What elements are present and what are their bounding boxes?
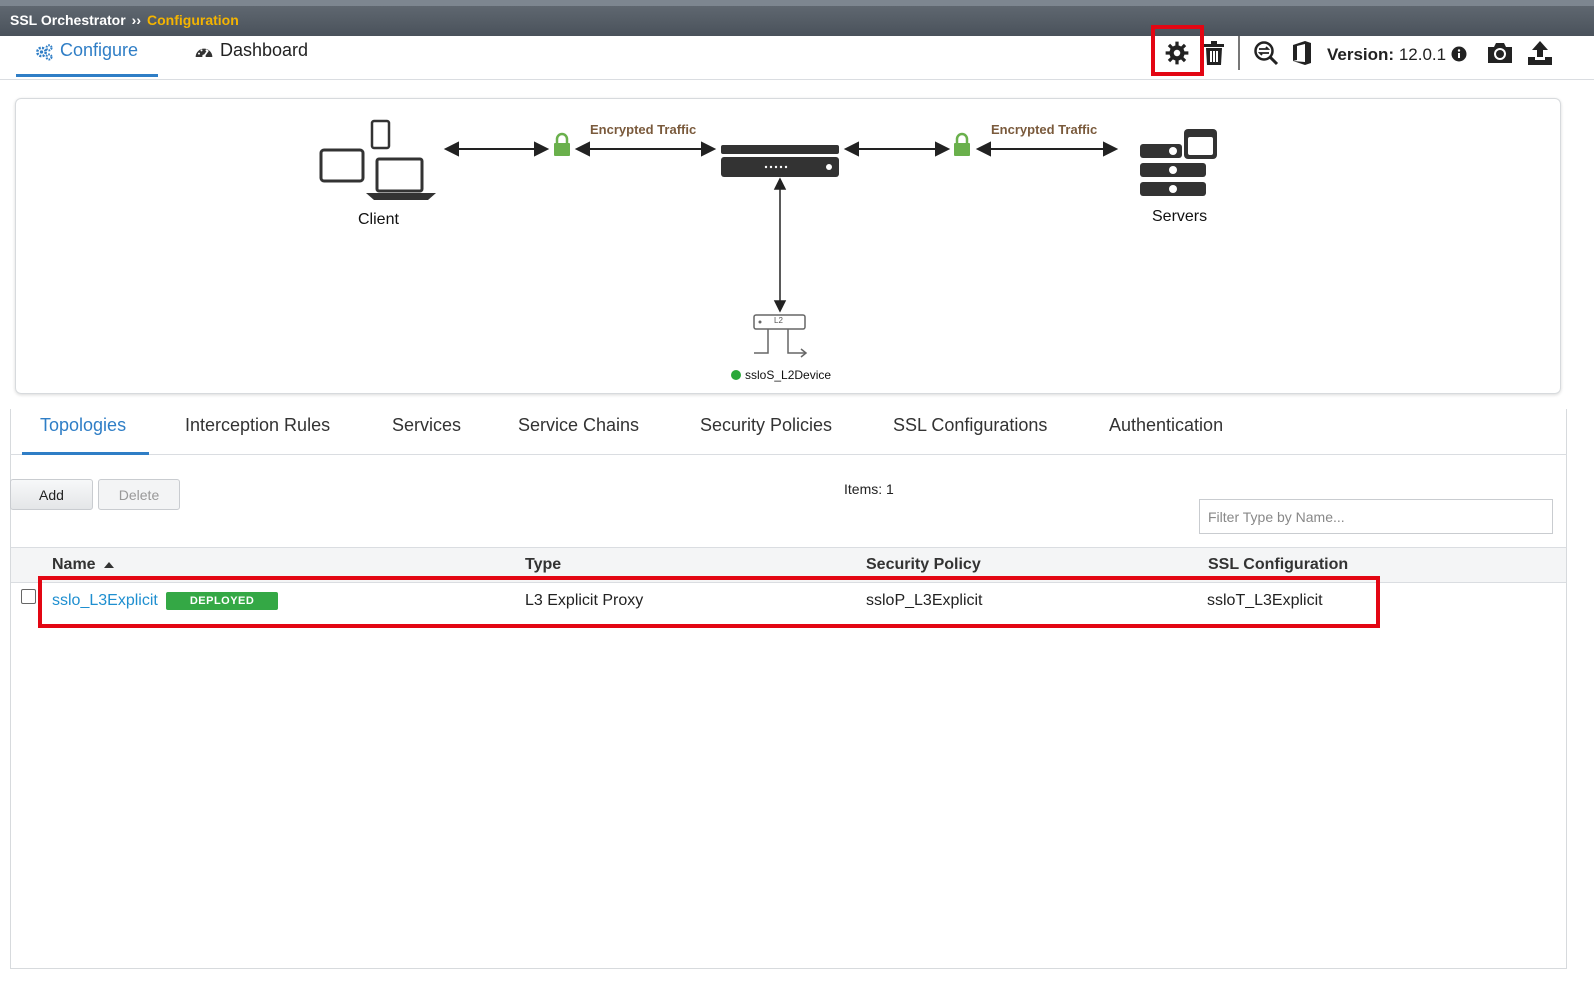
top-bar: SSL Orchestrator ›› Configuration [0, 0, 1594, 36]
version-label: Version: [1327, 45, 1395, 64]
highlight-row [38, 576, 1380, 628]
tab-authentication[interactable]: Authentication [1091, 415, 1241, 455]
camera-icon [1488, 43, 1512, 63]
client-label: Client [358, 211, 399, 228]
servers-icon [1140, 129, 1217, 196]
breadcrumb-root[interactable]: SSL Orchestrator [10, 12, 126, 28]
device-tag: L2 [774, 316, 783, 325]
office-button[interactable] [1287, 38, 1317, 68]
column-ssl-configuration[interactable]: SSL Configuration [1208, 556, 1348, 574]
client-devices-icon [319, 119, 436, 200]
topology-diagram: Client Servers Encrypted Traffic Encrypt… [15, 98, 1561, 394]
sort-asc-icon [103, 561, 114, 568]
tab-ssl-configurations[interactable]: SSL Configurations [875, 415, 1065, 455]
snapshot-button[interactable] [1485, 38, 1515, 68]
upload-icon [1528, 41, 1552, 65]
tab-configure-label: Configure [60, 40, 139, 60]
tab-configure[interactable]: Configure [16, 40, 158, 77]
office-icon [1293, 41, 1311, 65]
column-name-label: Name [52, 556, 96, 573]
settings-button[interactable] [1162, 38, 1192, 68]
lock-icon-left [554, 132, 570, 156]
gear-icon [1165, 41, 1189, 65]
delete-config-button[interactable] [1199, 38, 1229, 68]
version-value: 12.0.1 [1398, 45, 1447, 64]
trash-icon [1204, 41, 1224, 65]
lock-icon-right [954, 132, 970, 156]
row-checkbox[interactable] [21, 589, 36, 604]
delete-button[interactable]: Delete [98, 479, 180, 510]
version-info: Version: 12.0.1 [1327, 45, 1467, 65]
toolbar-divider [1238, 36, 1240, 70]
tab-service-chains[interactable]: Service Chains [500, 415, 657, 455]
column-security-policy[interactable]: Security Policy [866, 556, 981, 574]
tab-dashboard[interactable]: Dashboard [176, 40, 326, 77]
l2-service-name: ssloS_L2Device [745, 368, 832, 382]
breadcrumb-separator: ›› [131, 12, 141, 28]
appliance-icon [721, 145, 839, 177]
diagram-graphics [319, 119, 1217, 358]
sub-tabs: Topologies Interception Rules Services S… [10, 409, 1567, 455]
zoom-refresh-button[interactable] [1251, 38, 1281, 68]
tab-interception-rules[interactable]: Interception Rules [167, 415, 348, 455]
tab-services[interactable]: Services [374, 415, 479, 455]
breadcrumb-current: Configuration [147, 12, 239, 28]
tab-topologies[interactable]: Topologies [22, 415, 149, 455]
status-dot-icon [731, 370, 741, 380]
info-circle-icon[interactable] [1451, 46, 1467, 62]
breadcrumb: SSL Orchestrator ›› Configuration [10, 12, 239, 28]
zoom-refresh-icon [1254, 41, 1279, 66]
servers-label: Servers [1152, 208, 1208, 225]
add-button[interactable]: Add [10, 479, 93, 510]
items-count: Items: 1 [844, 481, 894, 497]
column-name[interactable]: Name [52, 556, 114, 574]
tab-dashboard-label: Dashboard [220, 40, 309, 60]
upload-button[interactable] [1525, 38, 1555, 68]
l2-service[interactable]: ssloS_L2Device [731, 368, 831, 382]
filter-input[interactable] [1199, 499, 1553, 534]
column-type[interactable]: Type [525, 556, 561, 574]
gears-icon [36, 44, 53, 61]
tab-security-policies[interactable]: Security Policies [682, 415, 850, 455]
dashboard-gauge-icon [195, 48, 213, 58]
topologies-panel [10, 409, 1567, 969]
encrypted-traffic-left: Encrypted Traffic [590, 122, 697, 137]
encrypted-traffic-right: Encrypted Traffic [991, 122, 1098, 137]
